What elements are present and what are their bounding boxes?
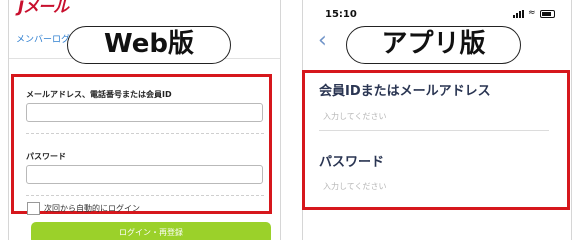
auto-login-label: 次回から自動的にログイン — [44, 204, 140, 213]
password-input[interactable] — [26, 165, 263, 184]
web-version-badge: Web版 — [67, 26, 231, 64]
signal-icon — [513, 9, 524, 18]
password-label: パスワード — [319, 155, 385, 170]
wifi-icon: ≈ — [528, 8, 536, 18]
app-version-badge: アプリ版 — [346, 26, 521, 64]
input-underline — [319, 130, 549, 131]
member-id-label: 会員IDまたはメールアドレス — [319, 84, 491, 99]
member-id-input[interactable]: 入力してください — [323, 111, 387, 122]
jmail-logo: Jメール — [18, 0, 69, 16]
form-divider — [26, 133, 264, 134]
password-input[interactable]: 入力してください — [323, 181, 387, 192]
email-input[interactable] — [26, 103, 263, 122]
web-login-form-highlight: メールアドレス、電話番号または会員ID パスワード 次回から自動的にログイン — [11, 74, 272, 215]
status-bar-time: 15:10 — [325, 9, 357, 20]
form-divider — [26, 195, 264, 196]
password-field-label: パスワード — [26, 152, 66, 161]
login-button[interactable]: ログイン・再登録 — [31, 222, 271, 240]
email-field-label: メールアドレス、電話番号または会員ID — [26, 90, 172, 99]
app-login-form-highlight: 会員IDまたはメールアドレス 入力してください パスワード 入力してください — [302, 70, 570, 210]
battery-icon — [539, 9, 555, 18]
status-bar-icons: ≈ — [513, 9, 555, 18]
back-chevron-icon[interactable]: ‹ — [318, 30, 327, 52]
auto-login-checkbox[interactable] — [27, 202, 40, 215]
